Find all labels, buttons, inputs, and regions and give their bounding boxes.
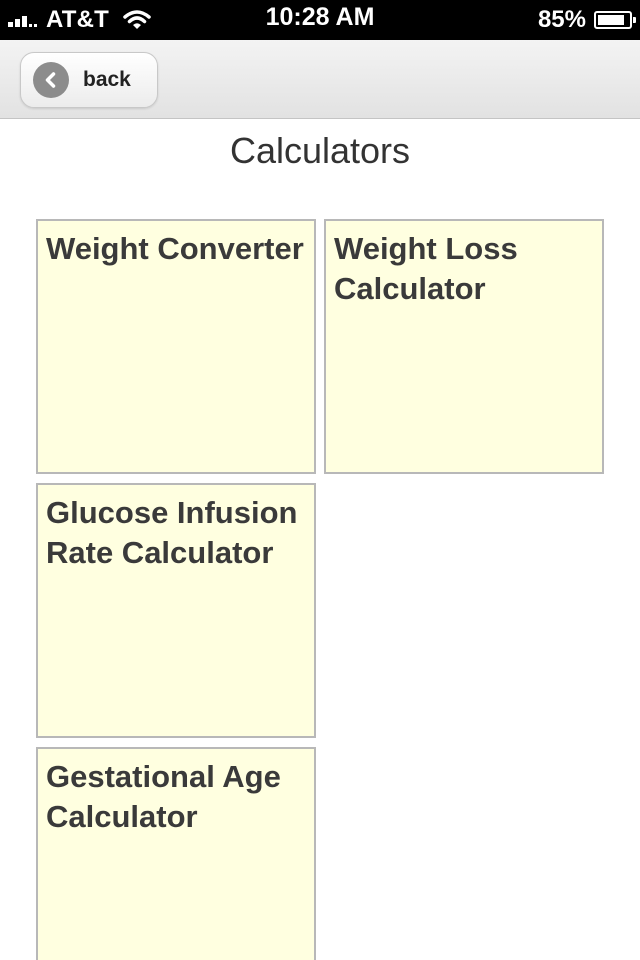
page-title: Calculators (229, 130, 411, 171)
tile-label: Glucose Infusion Rate Calculator (46, 495, 298, 570)
tile-label: Gestational Age Calculator (46, 759, 281, 834)
navigation-bar: back (0, 40, 640, 119)
battery-percentage: 85% (537, 6, 586, 33)
tile-weight-converter[interactable]: Weight Converter (36, 219, 316, 474)
back-arrow-icon (33, 62, 69, 98)
battery-icon (594, 11, 636, 29)
tile-label: Weight Converter (46, 231, 304, 266)
tile-gestational-age-calculator[interactable]: Gestational Age Calculator (36, 747, 316, 960)
tile-weight-loss-calculator[interactable]: Weight Loss Calculator (324, 219, 604, 474)
tile-glucose-infusion-rate-calculator[interactable]: Glucose Infusion Rate Calculator (36, 483, 316, 738)
battery-level-fill (598, 15, 624, 25)
status-bar: AT&T 10:28 AM 85% (0, 0, 640, 40)
tile-label: Weight Loss Calculator (334, 231, 518, 306)
back-button[interactable]: back (20, 52, 158, 108)
status-right: 85% (537, 6, 636, 34)
back-button-label: back (83, 68, 131, 91)
